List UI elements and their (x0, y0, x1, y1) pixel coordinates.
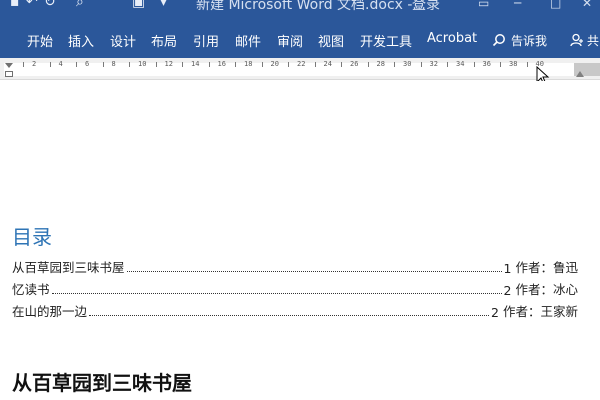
toc-entry-author: 作者：鲁迅 (515, 260, 578, 275)
document-page[interactable]: 目录 从百草园到三味书屋 1 作者：鲁迅 忆读书 2 作者：冰心 在山的那一边 … (0, 81, 600, 400)
undo-icon[interactable]: ↶ (26, 0, 38, 10)
ruler-tick-label: 30 (403, 60, 412, 68)
print-icon[interactable]: ▣ (132, 0, 145, 10)
section-heading: 从百草园到三味书屋 (12, 371, 192, 395)
toc-entry[interactable]: 忆读书 2 作者：冰心 (12, 280, 578, 298)
tab-acrobat[interactable]: Acrobat (427, 31, 477, 46)
ruler-tick-label: 8 (111, 60, 116, 68)
ruler-tick-label: 36 (482, 60, 491, 68)
ruler-tick-label: 20 (270, 60, 279, 68)
toc-entry-title: 从百草园到三味书屋 (12, 260, 125, 275)
ruler-tick-mark (394, 62, 395, 67)
ruler-tick-mark (155, 62, 157, 67)
ruler-tick-mark (420, 62, 422, 67)
print-preview-icon[interactable]: ⌕ (76, 0, 84, 10)
right-indent-marker[interactable] (576, 71, 584, 77)
ribbon-tab-bar: 开始 插入 设计 布局 引用 邮件 审阅 视图 开发工具 Acrobat 告诉我… (0, 22, 600, 58)
ruler-tick-mark (261, 62, 263, 67)
ruler-tick-label: 14 (191, 60, 200, 68)
horizontal-ruler: 2 4 6 8 10 12 14 16 18 20 22 24 26 28 30 32 34 36 38 40 (0, 58, 600, 80)
tab-insert[interactable]: 插入 (68, 31, 94, 50)
share-button[interactable]: 共 (570, 30, 599, 50)
toc-leader-dots (89, 315, 490, 316)
ruler-tick-mark (49, 62, 51, 67)
ruler-tick-label: 2 (32, 60, 37, 68)
ruler-tick-label: 16 (217, 60, 226, 68)
tell-me-label: 告诉我 (511, 33, 548, 48)
ruler-tick-label: 28 (376, 60, 385, 68)
toc-entry-page: 1 (503, 261, 512, 276)
ruler-tick-mark (102, 62, 104, 67)
ruler-tick-mark (526, 62, 528, 67)
person-icon (570, 33, 583, 47)
ruler-tick-mark (235, 62, 236, 67)
ruler-tick-mark (500, 62, 501, 67)
tab-review[interactable]: 审阅 (277, 31, 303, 50)
toc-heading: 目录 (12, 225, 52, 249)
ruler-tick-mark (367, 62, 369, 67)
ruler-tick-mark (76, 62, 77, 67)
maximize-icon[interactable]: □ (550, 0, 561, 10)
minimize-icon[interactable]: ─ (514, 0, 521, 10)
ribbon-display-options-icon[interactable]: ▭ (478, 0, 489, 10)
ruler-tick-mark (314, 62, 316, 67)
document-title: 新建 Microsoft Word 文档.docx -... (196, 0, 426, 13)
ruler-tick-label: 26 (350, 60, 359, 68)
left-indent-marker[interactable] (5, 71, 13, 77)
toc-entry-author: 作者：冰心 (515, 282, 578, 297)
title-bar: ▪ ↶ ↻ ⌕ ▣ ▾ 新建 Microsoft Word 文档.docx -.… (0, 0, 600, 22)
first-line-indent-marker[interactable] (5, 63, 13, 68)
ruler-tick-mark (473, 62, 475, 67)
login-link[interactable]: 登录 (412, 0, 440, 14)
tab-view[interactable]: 视图 (318, 31, 344, 50)
customize-quick-access-icon[interactable]: ▾ (160, 0, 167, 10)
share-label: 共 (587, 33, 600, 48)
save-icon[interactable]: ▪ (10, 0, 20, 10)
tab-home[interactable]: 开始 (27, 31, 53, 50)
toc-entry-page: 2 (491, 305, 499, 320)
ruler-tick-label: 32 (429, 60, 438, 68)
ruler-tick-mark (129, 62, 130, 67)
ruler-tick-label: 6 (85, 60, 90, 68)
ruler-tick-mark (182, 62, 183, 67)
tab-developer[interactable]: 开发工具 (360, 31, 412, 50)
ruler-tick-label: 22 (297, 60, 306, 68)
search-icon (492, 34, 505, 47)
toc-entry[interactable]: 在山的那一边 2 作者：王家新 (12, 302, 578, 320)
ruler-tick-mark (447, 62, 448, 67)
tab-mailings[interactable]: 邮件 (235, 31, 261, 50)
ruler-tick-label: 34 (456, 60, 465, 68)
toc-entry-page: 2 (503, 283, 512, 298)
tell-me-box[interactable]: 告诉我 (492, 30, 547, 50)
toc-entry[interactable]: 从百草园到三味书屋 1 作者：鲁迅 (12, 258, 578, 276)
toc-entry-title: 在山的那一边 (12, 304, 88, 319)
close-icon[interactable]: ✕ (582, 0, 592, 10)
tab-layout[interactable]: 布局 (151, 31, 177, 50)
ruler-tick-mark (23, 62, 24, 67)
ruler-tick-mark (288, 62, 289, 67)
toc-leader-dots (51, 293, 502, 294)
ruler-tick-label: 10 (138, 60, 147, 68)
tab-design[interactable]: 设计 (110, 31, 136, 50)
tab-references[interactable]: 引用 (193, 31, 219, 50)
redo-icon[interactable]: ↻ (44, 0, 56, 10)
ruler-tick-mark (341, 62, 342, 67)
toc-leader-dots (126, 271, 502, 272)
ruler-tick-mark (208, 62, 210, 67)
ruler-tick-label: 18 (244, 60, 253, 68)
ruler-tick-label: 4 (58, 60, 63, 68)
toc-entry-title: 忆读书 (12, 282, 50, 297)
ruler-tick-label: 12 (164, 60, 173, 68)
ruler-tick-label: 38 (509, 60, 518, 68)
ruler-tick-label: 24 (323, 60, 332, 68)
toc-entry-author: 作者：王家新 (502, 304, 578, 319)
